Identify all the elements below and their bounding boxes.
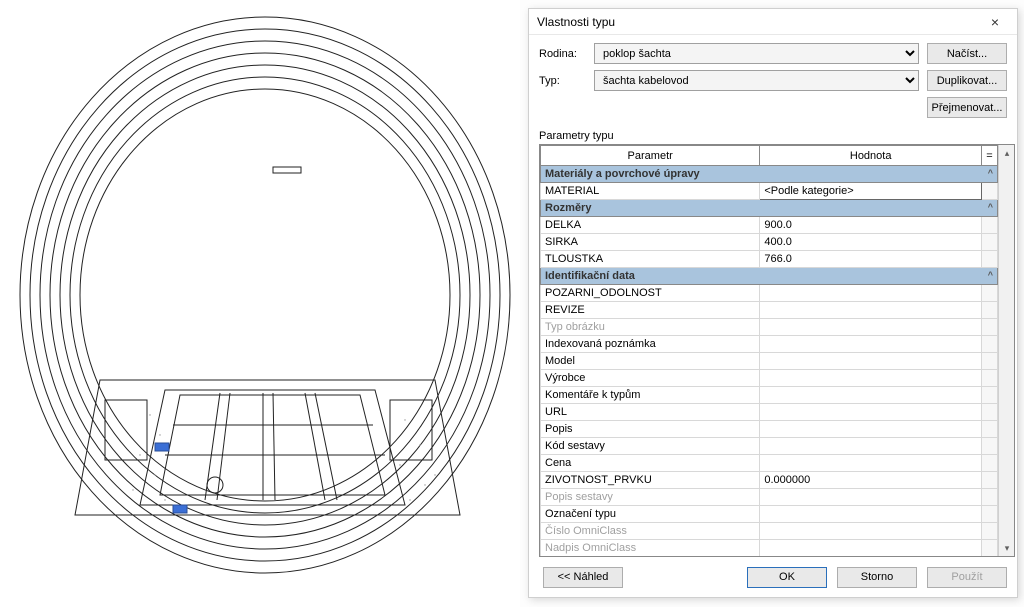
- apply-button[interactable]: Použít: [927, 567, 1007, 588]
- row-cislo-omniclass[interactable]: Číslo OmniClass: [541, 523, 998, 540]
- scroll-down-icon[interactable]: ▾: [999, 540, 1015, 556]
- cancel-button[interactable]: Storno: [837, 567, 917, 588]
- close-button[interactable]: ×: [981, 12, 1009, 32]
- row-typ-obrazku[interactable]: Typ obrázku: [541, 319, 998, 336]
- row-model[interactable]: Model: [541, 353, 998, 370]
- scroll-up-icon[interactable]: ▴: [999, 145, 1015, 161]
- title-bar: Vlastnosti typu ×: [529, 9, 1017, 35]
- row-popis[interactable]: Popis: [541, 421, 998, 438]
- rename-button[interactable]: Přejmenovat...: [927, 97, 1007, 118]
- row-vyrobce[interactable]: Výrobce: [541, 370, 998, 387]
- parameters-grid: Parametr Hodnota = Materiály a povrchové…: [539, 144, 1015, 557]
- chevron-up-icon: ^: [988, 270, 993, 280]
- row-oznaceni-typu[interactable]: Označení typu: [541, 506, 998, 523]
- family-label: Rodina:: [539, 48, 594, 60]
- preview-button[interactable]: << Náhled: [543, 567, 623, 588]
- model-viewport[interactable]: [0, 0, 520, 607]
- row-indexovana-poznamka[interactable]: Indexovaná poznámka: [541, 336, 998, 353]
- type-select[interactable]: šachta kabelovod: [594, 70, 919, 91]
- close-icon: ×: [991, 14, 999, 30]
- col-parameter[interactable]: Parametr: [541, 146, 760, 166]
- group-materials[interactable]: Materiály a povrchové úpravy^: [541, 166, 998, 183]
- type-label: Typ:: [539, 75, 594, 87]
- row-zivotnost[interactable]: ZIVOTNOST_PRVKU0.000000: [541, 472, 998, 489]
- load-button[interactable]: Načíst...: [927, 43, 1007, 64]
- row-material[interactable]: MATERIAL<Podle kategorie>: [541, 183, 998, 200]
- ok-button[interactable]: OK: [747, 567, 827, 588]
- row-popis-sestavy[interactable]: Popis sestavy: [541, 489, 998, 506]
- row-revize[interactable]: REVIZE: [541, 302, 998, 319]
- type-properties-dialog: Vlastnosti typu × Rodina: poklop šachta …: [528, 8, 1018, 598]
- chevron-up-icon: ^: [988, 202, 993, 212]
- row-delka[interactable]: DELKA900.0: [541, 217, 998, 234]
- header-area: Rodina: poklop šachta Načíst... Typ: šac…: [529, 35, 1017, 126]
- parameters-label: Parametry typu: [529, 126, 1017, 144]
- dialog-title: Vlastnosti typu: [537, 15, 981, 29]
- grid-header: Parametr Hodnota =: [541, 146, 998, 166]
- group-identity[interactable]: Identifikační data^: [541, 268, 998, 285]
- col-equals[interactable]: =: [982, 146, 998, 166]
- chevron-up-icon: ^: [988, 168, 993, 178]
- duplicate-button[interactable]: Duplikovat...: [927, 70, 1007, 91]
- row-pozarni[interactable]: POZARNI_ODOLNOST: [541, 285, 998, 302]
- row-cena[interactable]: Cena: [541, 455, 998, 472]
- dialog-footer: << Náhled OK Storno Použít: [529, 557, 1017, 597]
- row-nadpis-omniclass[interactable]: Nadpis OmniClass: [541, 540, 998, 557]
- row-sirka[interactable]: SIRKA400.0: [541, 234, 998, 251]
- scrollbar-vertical[interactable]: ▴ ▾: [998, 145, 1014, 556]
- row-url[interactable]: URL: [541, 404, 998, 421]
- row-tloustka[interactable]: TLOUSTKA766.0: [541, 251, 998, 268]
- drawing-illustration: [5, 5, 515, 595]
- col-value[interactable]: Hodnota: [760, 146, 982, 166]
- row-komentare[interactable]: Komentáře k typům: [541, 387, 998, 404]
- row-kod-sestavy[interactable]: Kód sestavy: [541, 438, 998, 455]
- family-select[interactable]: poklop šachta: [594, 43, 919, 64]
- group-dimensions[interactable]: Rozměry^: [541, 200, 998, 217]
